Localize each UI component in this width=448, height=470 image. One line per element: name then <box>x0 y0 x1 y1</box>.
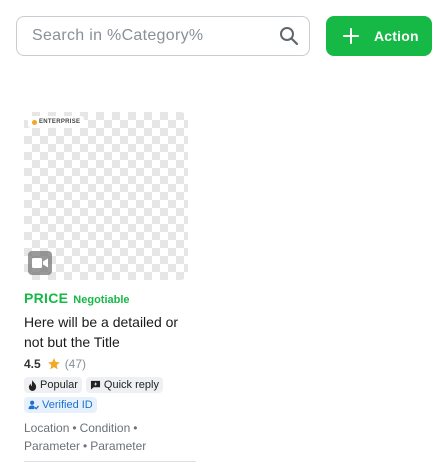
param-separator: • <box>83 439 88 453</box>
card-divider <box>24 461 196 462</box>
person-check-icon <box>28 400 39 410</box>
param-parameter: Parameter <box>24 439 81 453</box>
enterprise-label: ENTERPRISE <box>39 119 81 125</box>
popular-badge: Popular <box>24 377 82 393</box>
listing-card[interactable]: ENTERPRISE PRICE Negotiable Here will be… <box>24 112 196 462</box>
param-parameter: Parameter <box>90 439 147 453</box>
negotiable-label: Negotiable <box>73 294 130 306</box>
rating-value: 4.5 <box>24 357 41 371</box>
search-icon[interactable] <box>277 24 301 48</box>
popular-badge-label: Popular <box>40 379 78 391</box>
verified-badge-label: Verified ID <box>42 399 93 411</box>
enterprise-icon <box>32 119 37 125</box>
price-row: PRICE Negotiable <box>24 290 196 306</box>
listing-title[interactable]: Here will be a detailed or not but the T… <box>24 312 194 352</box>
search-field[interactable] <box>16 16 310 56</box>
search-input[interactable] <box>32 27 277 45</box>
fire-icon <box>28 379 37 391</box>
quick-reply-badge-label: Quick reply <box>103 379 159 391</box>
quick-reply-badge: Quick reply <box>85 377 163 393</box>
param-separator: • <box>72 421 77 435</box>
rating-row: 4.5 (47) <box>24 356 196 372</box>
star-icon <box>47 358 60 370</box>
param-separator: • <box>133 421 138 435</box>
listing-params: Location • Condition • Parameter • Parameter <box>24 419 196 455</box>
verified-badge: Verified ID <box>24 397 97 413</box>
action-button[interactable]: Action <box>326 16 432 56</box>
rating-count: (47) <box>64 357 87 371</box>
badge-list: Popular Quick reply Verified ID <box>24 377 196 413</box>
plus-icon <box>343 28 359 44</box>
chat-icon <box>90 380 100 390</box>
listing-image[interactable]: ENTERPRISE <box>24 112 188 280</box>
video-icon <box>32 258 48 268</box>
price: PRICE <box>24 290 69 306</box>
param-location: Location <box>24 421 70 435</box>
enterprise-badge: ENTERPRISE <box>28 116 85 128</box>
video-button[interactable] <box>28 251 52 275</box>
param-condition: Condition <box>79 421 131 435</box>
action-button-label: Action <box>374 28 419 44</box>
